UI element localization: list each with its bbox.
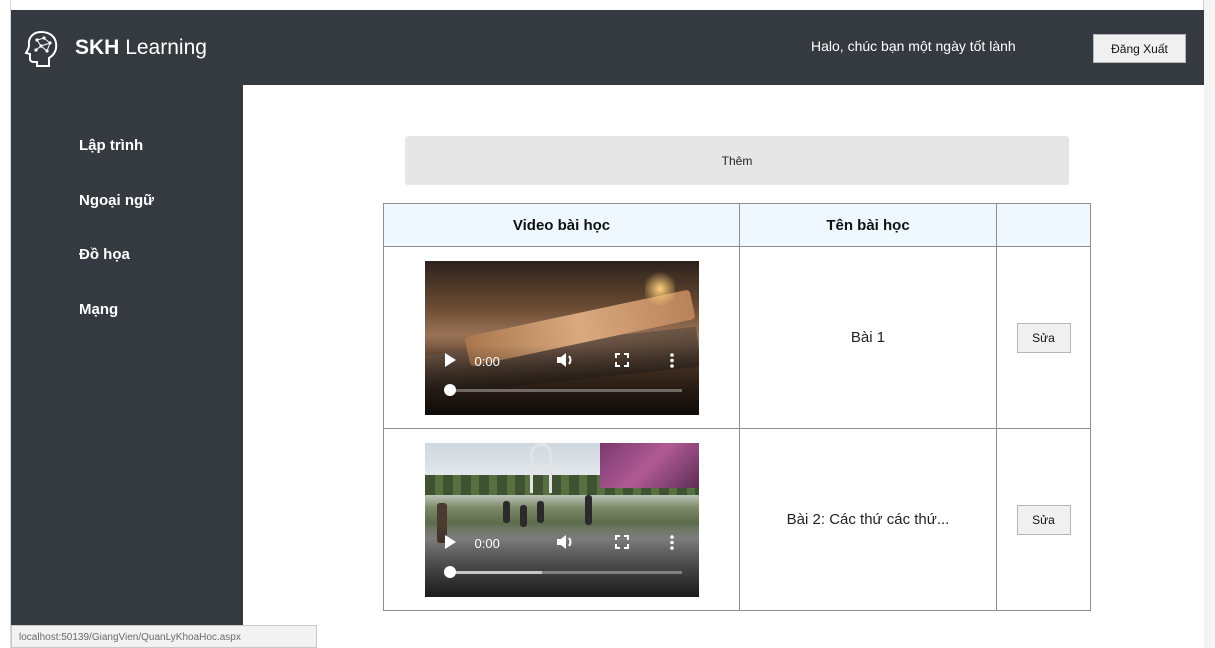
play-icon[interactable] bbox=[444, 534, 456, 549]
video-time: 0:00 bbox=[474, 535, 500, 551]
sidebar-item-lap-trinh[interactable]: Lập trình bbox=[79, 137, 143, 154]
video-buffered-bar bbox=[449, 570, 543, 574]
edit-button[interactable]: Sửa bbox=[1016, 322, 1071, 353]
lesson-name-cell: Bài 1 bbox=[739, 246, 997, 429]
sidebar-item-ngoai-ngu[interactable]: Ngoại ngữ bbox=[79, 192, 154, 209]
action-cell: Sửa bbox=[996, 246, 1091, 429]
brand-bold: SKH bbox=[75, 35, 120, 59]
column-header-name: Tên bài học bbox=[739, 203, 997, 247]
background-page-left bbox=[0, 0, 11, 648]
video-player[interactable]: 0:00 bbox=[424, 260, 699, 415]
sidebar: Lập trình Ngoại ngữ Đồ họa Mạng bbox=[11, 85, 243, 648]
video-cell: 0:00 bbox=[383, 246, 740, 429]
table-header-row: Video bài học Tên bài học bbox=[383, 203, 1091, 247]
sidebar-item-mang[interactable]: Mạng bbox=[79, 301, 118, 318]
brain-head-icon bbox=[24, 30, 58, 67]
fullscreen-icon[interactable] bbox=[614, 352, 629, 367]
greeting-text: Halo, chúc bạn một ngày tốt lành bbox=[811, 38, 1016, 54]
video-progress-bar[interactable] bbox=[449, 388, 682, 392]
video-progress-knob[interactable] bbox=[443, 383, 456, 396]
video-player[interactable]: 0:00 bbox=[424, 442, 699, 597]
table-row: 0:00 Bài 2: Các thứ các thứ... Sửa bbox=[383, 428, 1091, 611]
screen: SKH Learning Halo, chúc bạn một ngày tốt… bbox=[0, 0, 1215, 648]
add-button[interactable]: Thêm bbox=[405, 136, 1069, 185]
fullscreen-icon[interactable] bbox=[614, 534, 629, 549]
app-window: SKH Learning Halo, chúc bạn một ngày tốt… bbox=[11, 10, 1204, 648]
brand-rest: Learning bbox=[125, 35, 207, 59]
more-options-icon[interactable] bbox=[669, 352, 674, 368]
main-content: Thêm Video bài học Tên bài học 0:00 Bài … bbox=[243, 85, 1204, 648]
video-progress-knob[interactable] bbox=[443, 565, 456, 578]
volume-icon[interactable] bbox=[556, 534, 575, 549]
more-options-icon[interactable] bbox=[669, 534, 674, 550]
brand-name: SKH Learning bbox=[75, 36, 207, 60]
browser-status-bar: localhost:50139/GiangVien/QuanLyKhoaHoc.… bbox=[11, 625, 317, 648]
video-time: 0:00 bbox=[474, 353, 500, 369]
lessons-table: Video bài học Tên bài học 0:00 Bài 1 Sửa… bbox=[383, 203, 1091, 611]
action-cell: Sửa bbox=[996, 428, 1091, 611]
logo[interactable]: SKH Learning bbox=[23, 28, 207, 68]
table-row: 0:00 Bài 1 Sửa bbox=[383, 246, 1091, 429]
edit-button[interactable]: Sửa bbox=[1016, 504, 1071, 535]
lesson-name-cell: Bài 2: Các thứ các thứ... bbox=[739, 428, 997, 611]
video-cell: 0:00 bbox=[383, 428, 740, 611]
column-header-video: Video bài học bbox=[383, 203, 740, 247]
volume-icon[interactable] bbox=[556, 352, 575, 367]
top-navbar: SKH Learning Halo, chúc bạn một ngày tốt… bbox=[11, 10, 1204, 85]
play-icon[interactable] bbox=[444, 352, 456, 367]
logout-button[interactable]: Đăng Xuất bbox=[1093, 34, 1186, 63]
column-header-actions bbox=[996, 203, 1091, 247]
video-progress-bar[interactable] bbox=[449, 570, 682, 574]
background-page-right bbox=[1203, 0, 1215, 648]
sidebar-item-do-hoa[interactable]: Đồ họa bbox=[79, 246, 130, 263]
